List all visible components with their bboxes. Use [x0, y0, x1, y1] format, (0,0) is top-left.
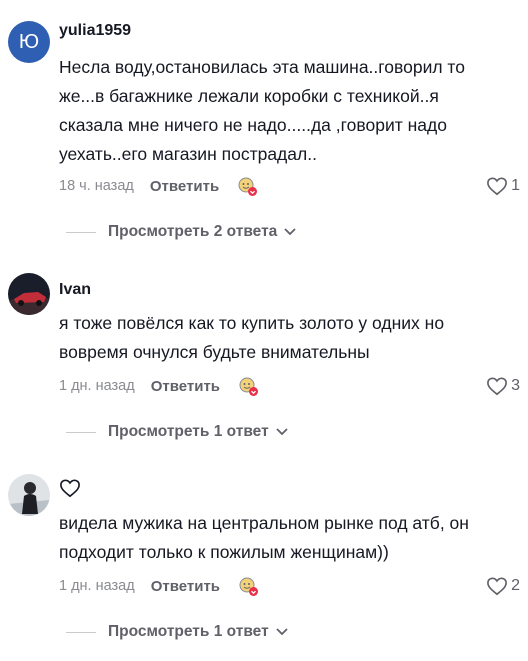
comment-text: Несла воду,остановилась эта машина..гово…	[59, 53, 514, 169]
sticker-icon[interactable]	[238, 376, 259, 396]
heart-outline-icon	[487, 177, 508, 196]
avatar[interactable]	[8, 273, 50, 315]
divider	[66, 631, 96, 633]
like-count: 1	[511, 177, 520, 194]
chevron-down-icon	[276, 428, 288, 436]
reply-button[interactable]: Ответить	[151, 378, 220, 395]
heart-outline-icon	[487, 377, 508, 396]
avatar[interactable]: Ю	[8, 21, 50, 63]
comment-text: видела мужика на центральном рынке под а…	[59, 509, 514, 567]
comment-text-line: видела мужика на центральном рынке под а…	[59, 513, 469, 533]
comment-meta: 1 дн. назад Ответить	[59, 574, 259, 598]
comment-meta: 1 дн. назад Ответить	[59, 374, 259, 398]
comment-text-line: сказала мне ничего не надо.....да ,говор…	[59, 115, 447, 135]
comment-text: я тоже повёлся как то купить золото у од…	[59, 309, 514, 367]
avatar[interactable]	[8, 474, 50, 516]
chevron-down-icon	[284, 228, 296, 236]
reply-button[interactable]: Ответить	[151, 578, 220, 595]
username[interactable]: Ivan	[59, 281, 91, 299]
timestamp: 1 дн. назад	[59, 378, 135, 394]
view-replies-label: Просмотреть 2 ответа	[108, 223, 278, 240]
view-replies-button[interactable]: Просмотреть 1 ответ	[66, 420, 289, 444]
username[interactable]: yulia1959	[59, 22, 131, 40]
view-replies-button[interactable]: Просмотреть 2 ответа	[66, 220, 297, 244]
comment-text-line: Несла воду,остановилась эта машина..гово…	[59, 57, 465, 77]
like-button[interactable]: 2	[486, 574, 520, 598]
sticker-icon[interactable]	[237, 176, 258, 196]
comment-text-line: вовремя очнулся будьте внимательны	[59, 342, 370, 362]
sticker-icon[interactable]	[238, 576, 259, 596]
reply-button[interactable]: Ответить	[150, 178, 219, 195]
view-replies-button[interactable]: Просмотреть 1 ответ	[66, 620, 289, 644]
like-button[interactable]: 3	[486, 374, 520, 398]
comment-meta: 18 ч. назад Ответить	[59, 174, 258, 198]
comment-text-line: же...в багажнике лежали коробки с техник…	[59, 86, 439, 106]
comment-text-line: я тоже повёлся как то купить золото у од…	[59, 313, 445, 333]
heart-outline-icon	[60, 479, 80, 498]
like-button[interactable]: 1	[486, 174, 520, 198]
like-reaction[interactable]	[59, 478, 81, 503]
chevron-down-icon	[276, 628, 288, 636]
like-count: 3	[511, 377, 520, 394]
divider	[66, 231, 96, 233]
timestamp: 1 дн. назад	[59, 578, 135, 594]
comment-text-line: подходит только к пожилым женщинам))	[59, 542, 389, 562]
comment-text-line: уехать..его магазин пострадал..	[59, 144, 317, 164]
view-replies-label: Просмотреть 1 ответ	[108, 623, 269, 640]
like-count: 2	[511, 577, 520, 594]
heart-outline-icon	[487, 577, 508, 596]
view-replies-label: Просмотреть 1 ответ	[108, 423, 269, 440]
divider	[66, 431, 96, 433]
timestamp: 18 ч. назад	[59, 178, 134, 194]
